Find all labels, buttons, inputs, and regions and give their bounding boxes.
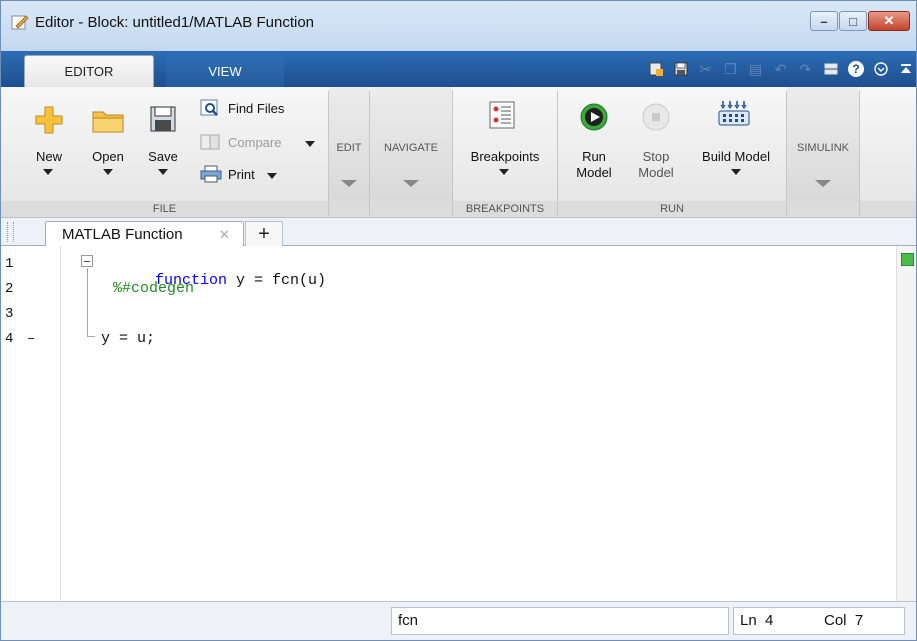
quick-access-toolbar: ✂ ❐ ▤ ↶ ↷ ? <box>641 56 916 82</box>
document-tab-bar: MATLAB Function ✕ + <box>1 218 916 247</box>
build-model-dropdown-arrow[interactable] <box>731 169 741 175</box>
undo-icon[interactable]: ↶ <box>770 59 791 79</box>
column-number-value: 7 <box>854 612 864 629</box>
minimize-icon: – <box>820 13 828 29</box>
build-model-button[interactable]: Build Model <box>693 149 779 165</box>
compare-button[interactable]: Compare <box>200 133 281 151</box>
code-editor[interactable]: 1 2 3 4 – function y = fcn(u) %#codegen … <box>1 246 916 601</box>
printer-icon <box>200 165 222 183</box>
save-icon[interactable] <box>670 59 691 79</box>
editor-ribbon: New Open Save Find Files Compare Print F… <box>1 87 916 218</box>
switch-windows-icon[interactable] <box>820 59 841 79</box>
line-number: 4 <box>5 331 14 347</box>
cursor-position: Ln 4 Col 7 <box>733 607 905 635</box>
find-files-icon <box>200 99 218 116</box>
collapse-toolstrip-icon[interactable] <box>895 59 916 79</box>
title-bar: Editor - Block: untitled1/MATLAB Functio… <box>1 1 916 51</box>
edit-dropdown-arrow <box>341 180 357 187</box>
code-line-4[interactable]: y = u; <box>101 330 155 347</box>
breakpoints-icon <box>489 101 515 129</box>
toolstrip-tabs: EDITOR VIEW ✂ ❐ ▤ ↶ ↷ ? <box>1 51 916 87</box>
run-model-button[interactable]: Run Model <box>571 149 617 181</box>
paste-icon[interactable]: ▤ <box>745 59 766 79</box>
compare-icon <box>200 134 220 150</box>
code-analyzer-status-icon[interactable] <box>901 253 914 266</box>
navigate-dropdown-arrow <box>403 180 419 187</box>
close-icon: ✕ <box>883 13 895 28</box>
new-file-icon[interactable] <box>645 59 666 79</box>
save-floppy-icon <box>150 106 176 132</box>
new-button[interactable]: New <box>26 149 72 165</box>
current-function-field: fcn <box>391 607 729 635</box>
run-play-icon <box>580 103 608 131</box>
add-tab-button[interactable]: + <box>245 221 283 247</box>
redo-icon[interactable]: ↷ <box>795 59 816 79</box>
window-title: Editor - Block: untitled1/MATLAB Functio… <box>35 14 315 31</box>
code-line-2[interactable]: %#codegen <box>113 280 194 297</box>
save-button[interactable]: Save <box>140 149 186 165</box>
editor-window: Editor - Block: untitled1/MATLAB Functio… <box>0 0 917 641</box>
close-window-button[interactable]: ✕ <box>868 11 910 31</box>
build-model-icon <box>718 101 750 126</box>
open-folder-icon <box>92 111 124 133</box>
open-dropdown-arrow[interactable] <box>103 169 113 175</box>
new-dropdown-arrow[interactable] <box>43 169 53 175</box>
edit-group-button[interactable]: EDIT <box>329 87 369 201</box>
minimize-button[interactable]: – <box>810 11 838 31</box>
new-plus-icon <box>35 106 63 134</box>
status-bar: fcn Ln 4 Col 7 <box>1 601 916 640</box>
stop-icon <box>642 103 670 131</box>
breakpoints-button[interactable]: Breakpoints <box>457 149 553 165</box>
print-dropdown-arrow[interactable] <box>267 173 277 179</box>
line-number-gutter: 1 2 3 4 – <box>1 246 61 601</box>
group-label-breakpoints: BREAKPOINTS <box>465 203 545 215</box>
compare-dropdown-arrow[interactable] <box>305 141 315 147</box>
tab-view[interactable]: VIEW <box>166 55 284 87</box>
breakpoint-dash[interactable]: – <box>27 331 35 347</box>
help-icon[interactable]: ? <box>845 59 866 79</box>
fold-toggle-icon[interactable] <box>81 255 93 267</box>
group-label-run: RUN <box>660 203 684 215</box>
copy-icon[interactable]: ❐ <box>720 59 741 79</box>
line-number: 2 <box>5 281 14 297</box>
document-tab-label: MATLAB Function <box>62 226 183 243</box>
editor-document-icon <box>11 15 29 30</box>
simulink-group-button[interactable]: SIMULINK <box>787 87 859 201</box>
line-number: 1 <box>5 256 14 272</box>
close-tab-icon[interactable]: ✕ <box>219 227 230 243</box>
line-number: 3 <box>5 306 14 322</box>
save-dropdown-arrow[interactable] <box>158 169 168 175</box>
tab-matlab-function[interactable]: MATLAB Function ✕ <box>45 221 244 247</box>
find-files-button[interactable]: Find Files <box>200 99 284 117</box>
group-label-file: FILE <box>152 203 177 215</box>
analyzer-strip <box>896 246 916 601</box>
line-number-value: 4 <box>765 612 774 629</box>
cut-icon[interactable]: ✂ <box>695 59 716 79</box>
simulink-dropdown-arrow <box>815 180 831 187</box>
navigate-group-button[interactable]: NAVIGATE <box>370 87 452 201</box>
tab-editor[interactable]: EDITOR <box>24 55 154 87</box>
options-dropdown-icon[interactable] <box>870 59 891 79</box>
maximize-icon: □ <box>849 13 857 29</box>
drag-grip-icon[interactable] <box>7 222 14 242</box>
open-button[interactable]: Open <box>85 149 131 165</box>
print-button[interactable]: Print <box>200 165 255 183</box>
stop-model-button[interactable]: Stop Model <box>633 149 679 181</box>
breakpoints-dropdown-arrow[interactable] <box>499 169 509 175</box>
svg-text:?: ? <box>852 62 859 76</box>
maximize-button[interactable]: □ <box>839 11 867 31</box>
